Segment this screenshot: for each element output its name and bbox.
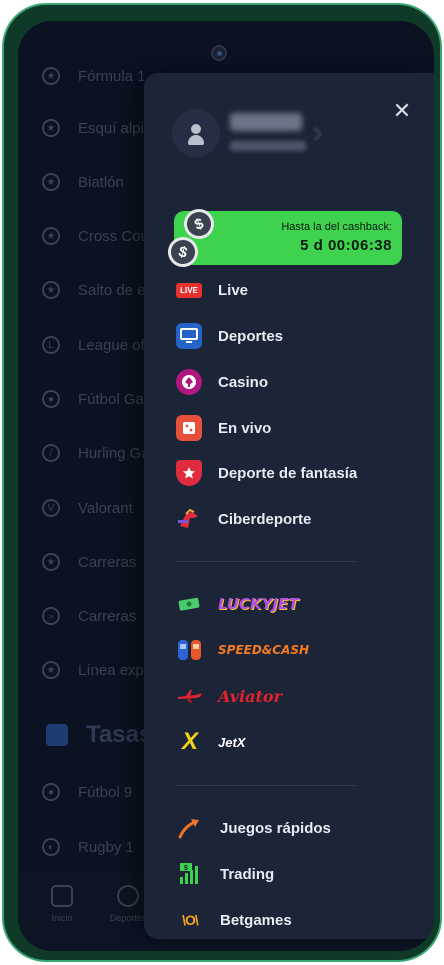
divider [176,785,356,786]
list-item-label: Carreras [78,607,137,625]
cashback-timer: 5 d 00:06:38 [300,237,392,254]
luckyjet-logo: LUCKYJET [218,595,299,613]
menu-item-ciberdeporte[interactable]: Ciberdeporte [176,504,311,534]
list-item[interactable]: ★ Carreras [42,547,136,577]
cyber-soldier-icon [176,506,202,532]
cashback-label: Hasta la del cashback: [281,221,392,233]
divider [176,561,356,562]
racing-icon: » [42,607,60,625]
menu-item-en-vivo[interactable]: En vivo [176,413,271,443]
list-item-label: Fórmula 1 [78,67,146,85]
screen: ★ Fórmula 1 ★ Esquí alpino ★ Biatlón ★ Cross… [18,21,434,951]
menu-item-betgames[interactable]: \O\ Betgames [176,905,292,935]
star-icon: ★ [42,119,60,137]
menu-item-casino[interactable]: Casino [176,367,268,397]
menu-item-label: Deporte de fantasía [218,464,358,482]
fast-arrow-icon [176,815,204,841]
valorant-icon: V [42,499,60,517]
avatar-head [191,124,201,134]
svg-text:$: $ [184,865,188,872]
list-item[interactable]: » Carreras [42,601,136,631]
fantasy-star-icon [176,460,202,486]
monitor-icon [176,323,202,349]
star-icon: ★ [42,281,60,299]
ball-icon: ● [42,390,60,408]
rugby-icon: ◐ [42,838,60,856]
plane-icon [176,684,204,708]
list-item-label: Valorant [78,499,133,517]
menu-item-label: Casino [218,373,269,391]
jetx-logo: JetX [218,734,246,750]
list-item-label: Rugby 1 [78,838,134,856]
phone-frame: ★ Fórmula 1 ★ Esquí alpino ★ Biatlón ★ Cross… [2,3,442,962]
list-item[interactable]: ★ Fórmula 1 [42,61,146,91]
list-item[interactable]: ● Fútbol 9 [42,777,132,807]
game-jetx[interactable]: X JetX [176,727,245,757]
star-icon: ★ [42,227,60,245]
football-icon: ● [42,783,60,801]
menu-item-label: Deportes [218,327,284,345]
casino-chip-icon [176,369,202,395]
jetx-icon: X [181,728,198,755]
cars-icon [176,638,204,662]
tasas-icon [46,724,68,746]
user-id-blurred [230,141,306,151]
lol-icon: L [42,336,60,354]
live-icon: LIVE [176,282,202,298]
menu-item-juegos-rapidos[interactable]: Juegos rápidos [176,813,331,843]
chevron-right-icon [307,126,323,142]
game-luckyjet[interactable]: LUCKYJET [176,589,298,619]
cashback-banner[interactable]: $ $ Hasta la del cashback: 5 d 00:06:38 [164,204,402,271]
menu-item-live[interactable]: LIVE Live [176,275,248,305]
menu-item-trading[interactable]: $ Trading [176,859,274,889]
menu-item-label: Juegos rápidos [220,819,331,837]
list-item-label: Fútbol 9 [78,783,133,801]
menu-item-label: Live [218,281,249,299]
game-aviator[interactable]: Aviator [176,681,282,711]
avatar-body [188,135,204,145]
bottom-nav-label: Deportes [109,913,147,923]
dice-icon [176,415,202,441]
betgames-icon: \O\ [182,912,199,928]
list-item[interactable]: V Valorant [42,493,133,523]
list-item[interactable]: ★ Biatlón [42,167,124,197]
game-speed-cash[interactable]: SPEED&CASH [176,635,309,665]
star-icon: ★ [42,661,60,679]
menu-item-deportes[interactable]: Deportes [176,321,283,351]
home-icon [51,885,73,907]
section-title: Tasas [46,721,152,749]
trading-chart-icon: $ [176,861,204,887]
close-icon[interactable]: ✕ [388,97,416,125]
menu-item-label: En vivo [218,419,272,437]
menu-item-label: Ciberdeporte [218,510,312,528]
menu-item-label: Betgames [220,911,292,929]
side-drawer: ✕ $ $ Hasta la del cashback: 5 d 00:06:3… [144,73,434,939]
bottom-nav-label: Inicio [51,913,73,923]
bottom-nav-home[interactable]: Inicio [32,885,92,923]
menu-item-label: Trading [220,865,275,883]
money-icon [176,592,204,616]
section-title-label: Tasas [86,721,153,748]
aviator-logo: Aviator [218,686,282,706]
sports-ball-icon [117,885,139,907]
list-item[interactable]: ◐ Rugby 1 [42,832,134,862]
avatar[interactable] [172,109,220,157]
list-item[interactable]: ★ Esquí alpino [42,113,161,143]
hurling-icon: / [42,444,60,462]
star-icon: ★ [42,173,60,191]
star-icon: ★ [42,67,60,85]
front-camera [211,45,227,61]
menu-item-fantasia[interactable]: Deporte de fantasía [176,458,357,488]
list-item-label: Carreras [78,553,137,571]
star-icon: ★ [42,553,60,571]
speed-cash-logo: SPEED&CASH [218,643,310,657]
list-item-label: Biatlón [78,173,124,191]
user-name-blurred [230,113,302,131]
